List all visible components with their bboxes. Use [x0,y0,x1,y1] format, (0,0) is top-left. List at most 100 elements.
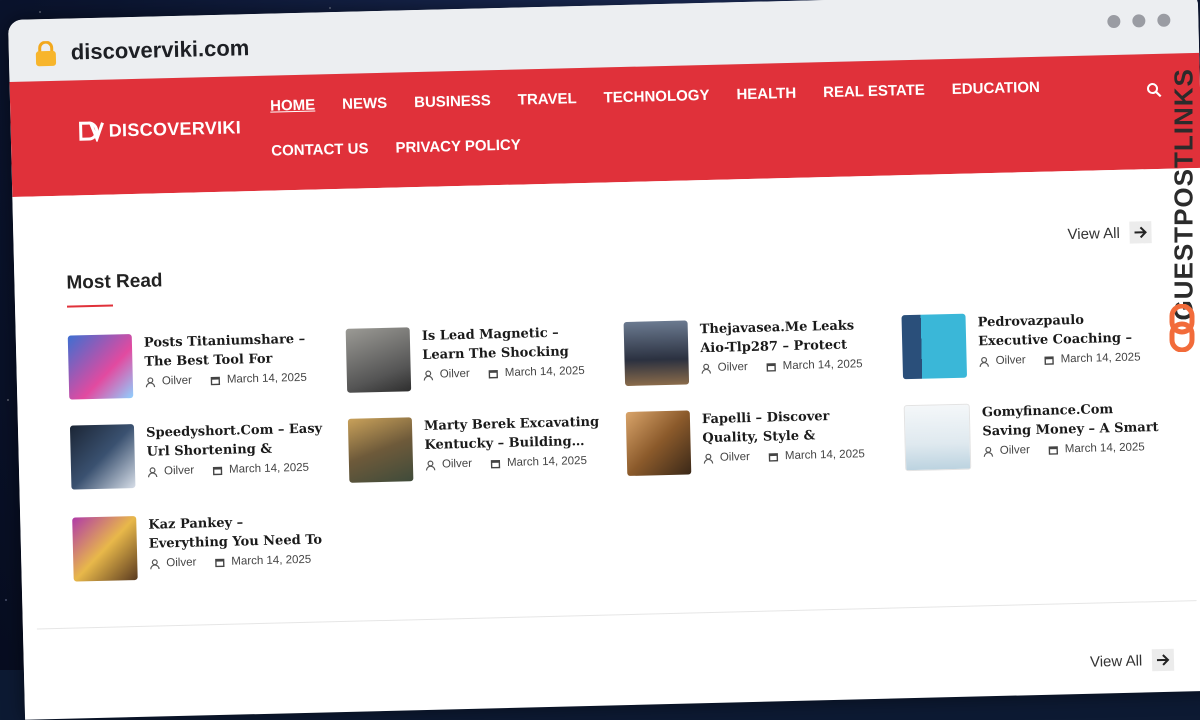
article-meta: Oilver March 14, 2025 [147,461,325,477]
link-chain-icon [1169,304,1195,352]
article-title[interactable]: Thejavasea.Me Leaks Aio-Tlp287 – Protect… [700,316,879,358]
calendar-icon [212,466,223,475]
site-logo[interactable]: DISCOVERVIKI [78,116,242,143]
window-dot[interactable] [1132,14,1146,28]
nav-news[interactable]: NEWS [342,95,387,113]
article-date: March 14, 2025 [226,371,307,386]
calendar-icon [210,376,221,385]
user-icon [425,459,436,471]
article-card[interactable]: Speedyshort.Com – Easy Url Shortening & … [69,419,338,491]
nav-real-estate[interactable]: REAL ESTATE [823,82,925,101]
article-title[interactable]: Posts Titaniumshare – The Best Tool For … [144,329,323,371]
calendar-icon [768,452,779,462]
article-meta: Oilver March 14, 2025 [983,441,1161,457]
nav-business[interactable]: BUSINESS [414,92,491,111]
calendar-icon [1048,445,1059,455]
window-dot[interactable] [1157,13,1171,27]
most-read-grid: Posts Titaniumshare – The Best Tool For … [67,309,1174,582]
article-title[interactable]: Pedrovazpaulo Executive Coaching – Achie… [977,309,1156,352]
view-all-label: View All [1067,224,1121,243]
article-title[interactable]: Fapelli – Discover Quality, Style & Eleg… [702,406,881,448]
arrow-right-icon [1151,648,1175,672]
article-card[interactable]: Fapelli – Discover Quality, Style & Eleg… [625,406,894,478]
nav-contact-us[interactable]: CONTACT US [271,140,369,159]
view-all-link-2[interactable]: View All [1089,648,1175,673]
article-thumbnail[interactable] [623,320,690,387]
article-thumbnail[interactable] [901,313,968,380]
main-content: View All Most Read Posts Titaniumshare –… [12,167,1200,717]
article-title[interactable]: Speedyshort.Com – Easy Url Shortening & … [146,419,325,461]
article-meta: Oilver March 14, 2025 [978,351,1156,367]
article-author[interactable]: Oilver [164,465,194,478]
article-date: March 14, 2025 [504,365,585,379]
article-meta: Oilver March 14, 2025 [425,455,603,471]
view-all-link[interactable]: View All [1067,221,1153,245]
article-thumbnail[interactable] [347,417,414,483]
article-title[interactable]: Gomyfinance.Com Saving Money – A Smart W… [982,399,1161,441]
badge-watermark-text: GUESTPOSTLINKS [1168,68,1199,321]
article-date: March 14, 2025 [784,448,865,463]
article-thumbnail[interactable] [903,403,972,472]
arrow-right-icon [1129,221,1153,244]
calendar-icon [1044,355,1054,365]
article-card[interactable]: Is Lead Magnetic – Learn The Shocking Tr… [345,322,613,393]
article-thumbnail[interactable] [67,334,134,400]
article-card[interactable]: Marty Berek Excavating Kentucky – Buildi… [347,412,616,484]
article-author[interactable]: Oilver [440,368,470,381]
user-icon [703,453,714,464]
article-meta: Oilver March 14, 2025 [423,365,601,381]
nav-home[interactable]: HOME [270,97,315,115]
logo-text: DISCOVERVIKI [108,116,242,141]
user-icon [150,558,160,569]
article-author[interactable]: Oilver [718,361,748,374]
article-card[interactable]: Gomyfinance.Com Saving Money – A Smart W… [903,399,1172,472]
article-meta: Oilver March 14, 2025 [149,553,327,569]
window-controls [1107,13,1171,29]
article-author[interactable]: Oilver [720,451,750,464]
article-card[interactable]: Posts Titaniumshare – The Best Tool For … [67,329,335,400]
user-icon [147,466,158,477]
nav-health[interactable]: HEALTH [736,85,796,103]
nav-education[interactable]: EDUCATION [952,79,1040,98]
user-icon [979,356,989,367]
nav-privacy-policy[interactable]: PRIVACY POLICY [395,137,521,157]
browser-window: discoverviki.com DISCOVERVIKI HOME NEWS … [8,0,1200,720]
article-author[interactable]: Oilver [162,375,192,388]
user-icon [145,376,156,387]
article-title[interactable]: Marty Berek Excavating Kentucky – Buildi… [424,413,603,455]
calendar-icon [488,369,499,378]
nav-technology[interactable]: TECHNOLOGY [603,87,709,107]
search-icon[interactable] [1146,82,1162,98]
article-author[interactable]: Oilver [166,557,196,570]
article-card[interactable]: Pedrovazpaulo Executive Coaching – Achie… [901,309,1168,380]
nav-travel[interactable]: TRAVEL [518,90,577,108]
article-date: March 14, 2025 [231,553,312,568]
window-dot[interactable] [1107,14,1121,29]
article-card[interactable]: Thejavasea.Me Leaks Aio-Tlp287 – Protect… [623,316,891,387]
article-author[interactable]: Oilver [995,354,1025,367]
calendar-icon [215,558,225,567]
article-thumbnail[interactable] [345,327,412,393]
user-icon [701,363,712,374]
article-card[interactable]: Kaz Pankey – Everything You Need To Know… [72,511,339,582]
article-meta: Oilver March 14, 2025 [703,448,881,464]
article-meta: Oilver March 14, 2025 [701,358,879,374]
article-thumbnail[interactable] [69,424,136,490]
article-date: March 14, 2025 [1060,351,1141,366]
article-thumbnail[interactable] [625,410,692,477]
article-author[interactable]: Oilver [1000,444,1030,457]
section-divider [36,600,1197,630]
section-title: Most Read [66,270,163,294]
url-bar[interactable]: discoverviki.com [70,35,249,65]
logo-mark-icon [79,121,104,143]
article-title[interactable]: Kaz Pankey – Everything You Need To Know… [148,511,327,553]
article-author[interactable]: Oilver [442,458,472,471]
article-date: March 14, 2025 [782,358,863,373]
user-icon [423,370,434,381]
lock-icon [35,40,57,67]
article-meta: Oilver March 14, 2025 [145,371,323,387]
article-title[interactable]: Is Lead Magnetic – Learn The Shocking Tr… [422,323,601,365]
article-thumbnail[interactable] [72,516,138,582]
view-all-label: View All [1089,651,1143,671]
title-underline [66,304,114,308]
